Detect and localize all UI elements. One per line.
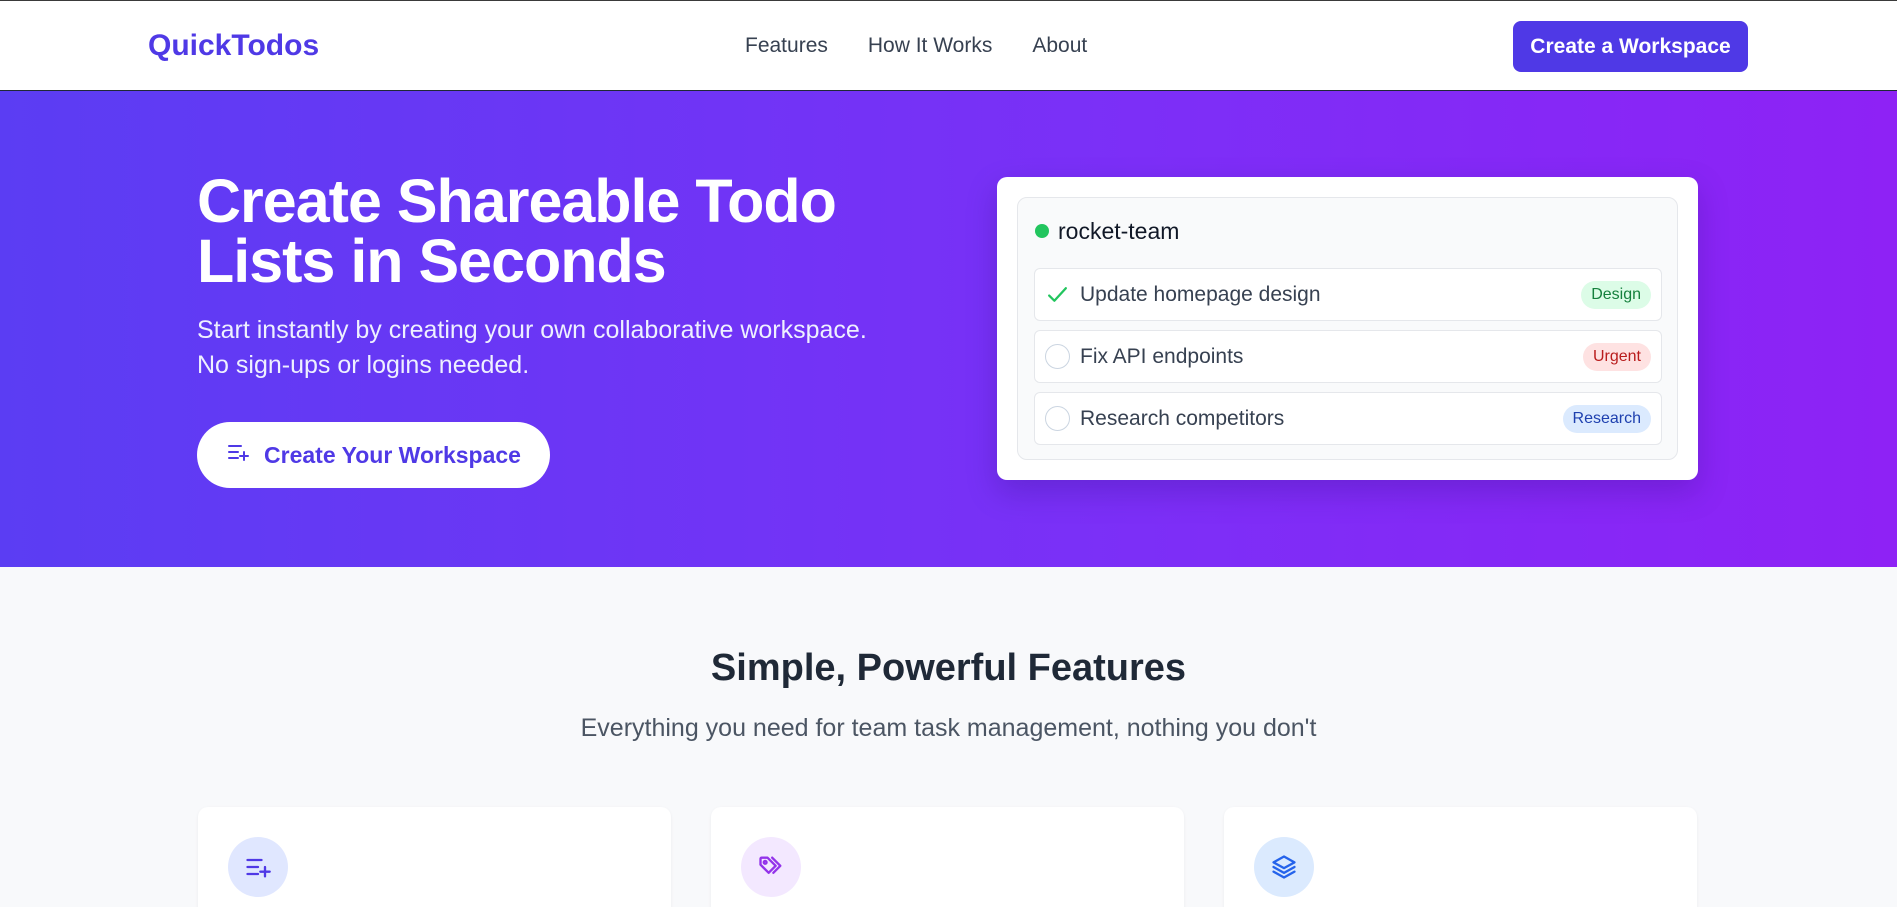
task-row[interactable]: Fix API endpoints Urgent — [1034, 330, 1662, 383]
layers-icon — [1254, 837, 1314, 897]
create-workspace-nav-button[interactable]: Create a Workspace — [1513, 21, 1748, 72]
create-your-workspace-button[interactable]: Create Your Workspace — [197, 422, 550, 488]
features-subtitle: Everything you need for team task manage… — [580, 714, 1317, 742]
status-dot — [1035, 224, 1049, 238]
task-tag-design: Design — [1581, 281, 1651, 309]
hero-subtitle-line-1: Start instantly by creating your own col… — [197, 316, 867, 344]
task-label: Research competitors — [1080, 407, 1285, 430]
feature-card — [711, 807, 1184, 907]
top-nav-bar: QuickTodos Features How It Works About C… — [0, 0, 1897, 91]
features-section: Simple, Powerful Features Everything you… — [0, 567, 1897, 907]
list-plus-icon — [228, 837, 288, 897]
main-nav: Features How It Works About — [745, 34, 1087, 58]
task-label: Update homepage design — [1080, 283, 1321, 306]
feature-card — [1224, 807, 1697, 907]
brand-logo[interactable]: QuickTodos — [148, 29, 319, 63]
tags-icon — [741, 837, 801, 897]
workspace-name: rocket-team — [1058, 218, 1180, 244]
checkbox-circle-icon[interactable] — [1045, 344, 1070, 369]
hero-subtitle-line-2: No sign-ups or logins needed. — [197, 351, 530, 379]
hero-title: Create Shareable Todo Lists in Seconds — [197, 167, 837, 295]
checkbox-circle-icon[interactable] — [1045, 406, 1070, 431]
task-row[interactable]: Update homepage design Design — [1034, 268, 1662, 321]
nav-link-features[interactable]: Features — [745, 34, 828, 58]
nav-link-how-it-works[interactable]: How It Works — [868, 34, 992, 58]
nav-link-about[interactable]: About — [1032, 34, 1087, 58]
task-label: Fix API endpoints — [1080, 345, 1244, 368]
hero-section: Create Shareable Todo Lists in Seconds S… — [0, 91, 1897, 567]
list-plus-icon — [226, 440, 250, 470]
task-tag-research: Research — [1562, 405, 1651, 433]
workspace-preview-panel: rocket-team Update homepage design Desig… — [1017, 197, 1678, 460]
task-row[interactable]: Research competitors Research — [1034, 392, 1662, 445]
task-tag-urgent: Urgent — [1582, 343, 1651, 371]
checkmark-icon[interactable] — [1045, 282, 1070, 307]
features-title: Simple, Powerful Features — [710, 647, 1187, 689]
workspace-preview-card: rocket-team Update homepage design Desig… — [997, 177, 1698, 480]
hero-subtitle: Start instantly by creating your own col… — [197, 313, 957, 383]
feature-card — [198, 807, 671, 907]
create-your-workspace-label: Create Your Workspace — [264, 441, 521, 468]
